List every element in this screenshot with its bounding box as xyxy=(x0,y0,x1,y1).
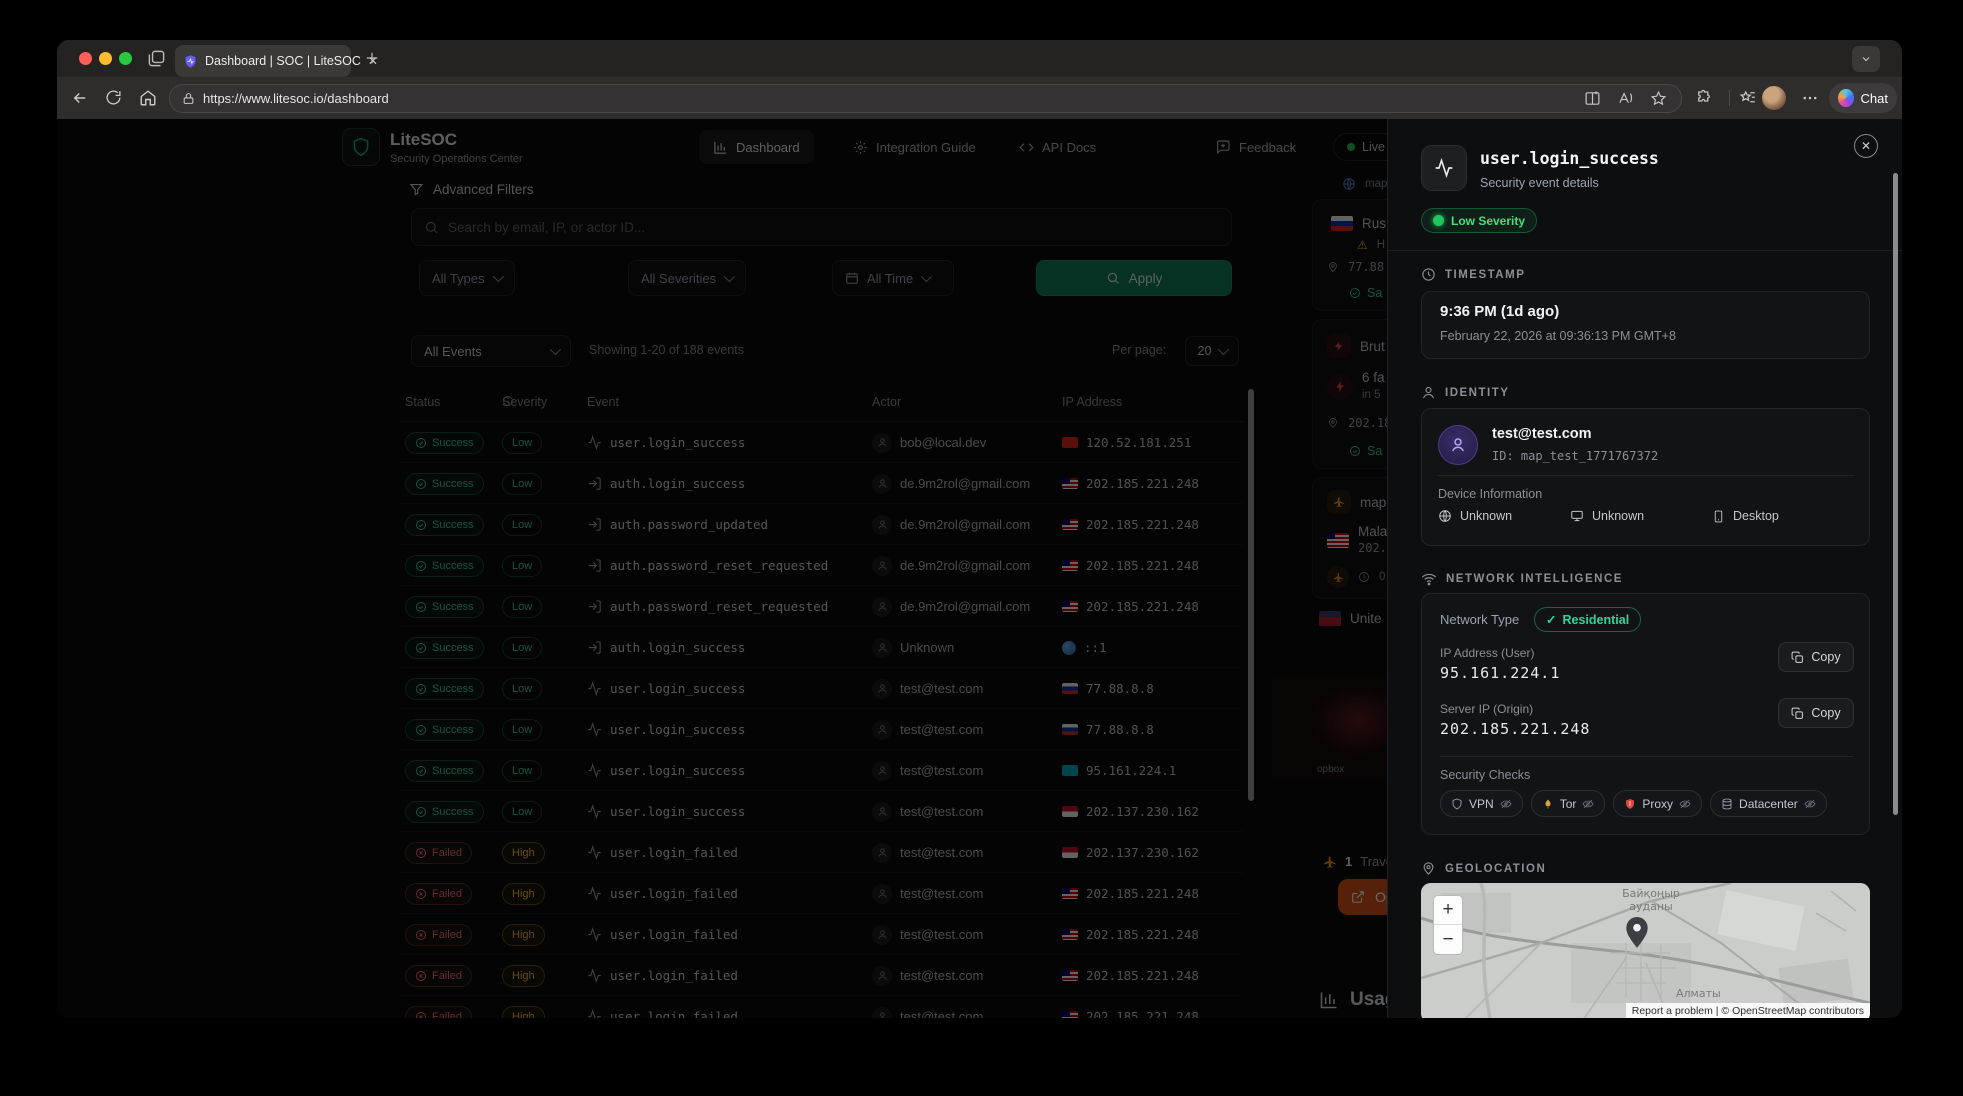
copy-server-ip-button[interactable]: Copy xyxy=(1778,698,1854,728)
panel-divider xyxy=(1388,250,1902,251)
home-icon[interactable] xyxy=(139,89,157,107)
copilot-chat-button[interactable]: Chat xyxy=(1829,83,1897,113)
user-avatar xyxy=(1438,425,1478,465)
zoom-out-button[interactable]: − xyxy=(1434,925,1462,954)
copy-icon xyxy=(1791,707,1804,720)
site-favicon-shield-icon xyxy=(183,54,198,69)
back-icon[interactable] xyxy=(71,89,89,107)
map-pin-icon xyxy=(1421,861,1436,876)
severity-badge: Low Severity xyxy=(1421,208,1538,233)
copy-icon xyxy=(1791,651,1804,664)
page-content: LiteSOC Security Operations Center Dashb… xyxy=(57,119,1902,1018)
network-type-label: Network Type xyxy=(1440,612,1520,627)
lock-icon xyxy=(182,92,195,105)
zoom-in-button[interactable]: + xyxy=(1434,896,1462,925)
person-icon xyxy=(1421,385,1436,400)
ip-server-label: Server IP (Origin) xyxy=(1440,702,1534,716)
extensions-puzzle-icon[interactable] xyxy=(1695,89,1713,107)
tor-check-chip: Tor xyxy=(1530,790,1606,817)
event-detail-panel: ✕ user.login_success Security event deta… xyxy=(1387,119,1902,1018)
security-checks-row: VPN Tor Proxy Datacenter xyxy=(1440,790,1827,817)
wifi-icon xyxy=(1421,571,1437,587)
panel-scrollbar[interactable] xyxy=(1893,173,1898,815)
url-bar[interactable]: https://www.litesoc.io/dashboard xyxy=(169,84,1682,113)
eye-off-icon xyxy=(1804,798,1816,810)
eye-off-icon xyxy=(1500,798,1512,810)
timestamp-relative: 9:36 PM (1d ago) xyxy=(1440,303,1560,320)
map-district-label: Байқоңыр ауданы xyxy=(1622,887,1680,913)
green-dot-icon xyxy=(1433,215,1444,226)
onion-icon xyxy=(1542,798,1554,810)
minimize-window-button[interactable] xyxy=(99,52,112,65)
tab-list-chevron-icon[interactable] xyxy=(1852,46,1880,72)
tab-overview-icon[interactable] xyxy=(147,49,166,68)
event-title: user.login_success xyxy=(1480,149,1659,168)
browser-window: Dashboard | SOC | LiteSOC ✕ https://www.… xyxy=(57,40,1902,1018)
proxy-check-chip: Proxy xyxy=(1613,790,1703,817)
timestamp-full: February 22, 2026 at 09:36:13 PM GMT+8 xyxy=(1440,329,1676,343)
url-text: https://www.litesoc.io/dashboard xyxy=(203,91,389,106)
card-divider xyxy=(1440,756,1853,757)
device-type: Desktop xyxy=(1712,509,1779,523)
network-section-header: NETWORK INTELLIGENCE xyxy=(1421,571,1623,587)
eye-off-icon xyxy=(1582,798,1594,810)
device-info-label: Device Information xyxy=(1438,487,1543,501)
favorites-bar-icon[interactable] xyxy=(1739,89,1757,107)
close-panel-button[interactable]: ✕ xyxy=(1854,134,1878,158)
vpn-check-chip: VPN xyxy=(1440,790,1523,817)
geolocation-map[interactable]: + − Байқоңыр ауданы Алматы Report a probl… xyxy=(1421,883,1870,1018)
timestamp-card: 9:36 PM (1d ago) February 22, 2026 at 09… xyxy=(1421,291,1870,359)
tab-title: Dashboard | SOC | LiteSOC xyxy=(205,54,361,68)
clock-icon xyxy=(1421,267,1436,282)
tab-bar: Dashboard | SOC | LiteSOC ✕ xyxy=(57,40,1902,77)
profile-avatar[interactable] xyxy=(1762,86,1786,110)
activity-pulse-icon xyxy=(1421,145,1467,191)
event-subtitle: Security event details xyxy=(1480,176,1599,190)
map-zoom-controls: + − xyxy=(1433,895,1463,955)
identity-card: test@test.com ID: map_test_1771767372 De… xyxy=(1421,408,1870,546)
security-checks-label: Security Checks xyxy=(1440,768,1531,782)
read-aloud-icon[interactable] xyxy=(1617,90,1634,107)
refresh-icon[interactable] xyxy=(105,89,122,106)
check-icon: ✓ xyxy=(1546,613,1557,627)
eye-off-icon xyxy=(1679,798,1691,810)
datacenter-check-chip: Datacenter xyxy=(1710,790,1827,817)
monitor-icon xyxy=(1570,509,1584,523)
split-screen-icon[interactable] xyxy=(1584,90,1601,107)
red-shield-icon xyxy=(1624,798,1636,810)
severity-badge-label: Low Severity xyxy=(1451,213,1526,228)
geolocation-section-header: GEOLOCATION xyxy=(1421,861,1546,876)
device-icon xyxy=(1712,510,1725,523)
device-browser: Unknown xyxy=(1438,509,1512,523)
location-pin-icon xyxy=(1624,917,1650,949)
ip-server-value: 202.185.221.248 xyxy=(1440,720,1591,738)
close-window-button[interactable] xyxy=(79,52,92,65)
globe-icon xyxy=(1438,509,1452,523)
ip-user-label: IP Address (User) xyxy=(1440,646,1535,660)
copilot-logo-icon xyxy=(1838,89,1854,107)
shield-icon xyxy=(1451,798,1463,810)
actor-email: test@test.com xyxy=(1492,426,1592,442)
browser-toolbar: https://www.litesoc.io/dashboard Chat xyxy=(57,77,1902,119)
timestamp-section-header: TIMESTAMP xyxy=(1421,267,1525,282)
map-city-label: Алматы xyxy=(1676,987,1721,1000)
copy-user-ip-button[interactable]: Copy xyxy=(1778,642,1854,672)
actor-id: ID: map_test_1771767372 xyxy=(1492,449,1659,463)
device-os: Unknown xyxy=(1570,509,1644,523)
more-menu-icon[interactable] xyxy=(1801,89,1819,107)
toolbar-divider xyxy=(1729,90,1730,106)
map-attribution[interactable]: Report a problem | © OpenStreetMap contr… xyxy=(1625,1003,1870,1018)
ip-user-value: 95.161.224.1 xyxy=(1440,664,1561,682)
chat-button-label: Chat xyxy=(1860,90,1888,106)
add-favorite-star-icon[interactable] xyxy=(1650,90,1667,107)
network-type-badge: ✓ Residential xyxy=(1534,607,1642,632)
new-tab-icon[interactable] xyxy=(363,49,381,67)
network-card: Network Type ✓ Residential IP Address (U… xyxy=(1421,593,1870,835)
identity-section-header: IDENTITY xyxy=(1421,385,1509,400)
browser-tab[interactable]: Dashboard | SOC | LiteSOC ✕ xyxy=(175,45,378,77)
maximize-window-button[interactable] xyxy=(119,52,132,65)
server-icon xyxy=(1721,798,1733,810)
card-divider xyxy=(1438,475,1855,476)
